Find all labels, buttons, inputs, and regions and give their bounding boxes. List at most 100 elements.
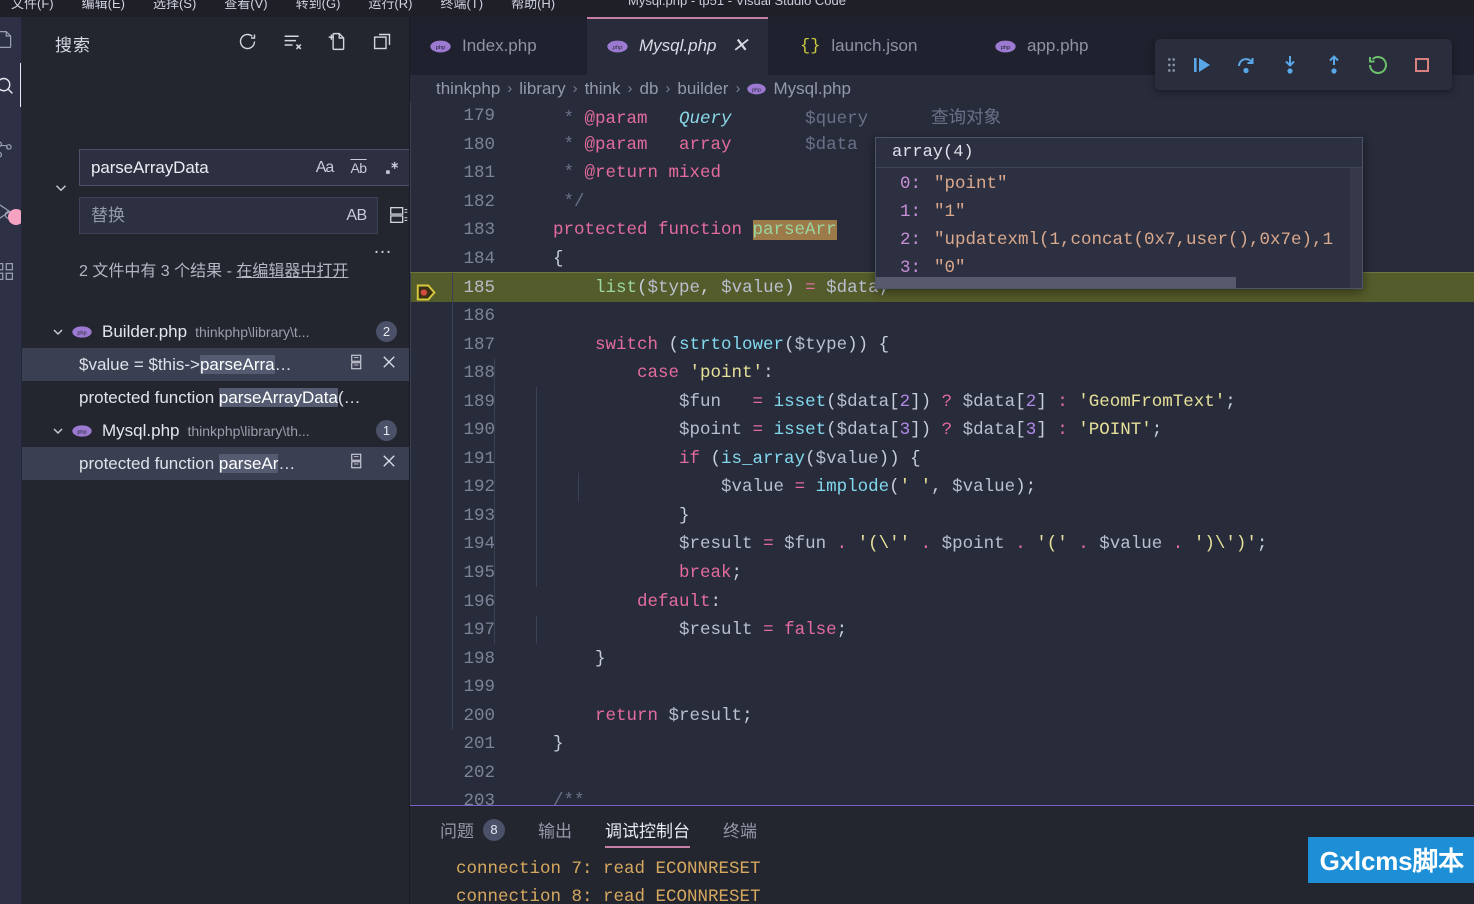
code-line[interactable]: 188 case 'point': (410, 358, 1474, 388)
hover-key: 2: (899, 230, 921, 250)
search-input[interactable] (91, 157, 312, 178)
drag-handle-icon[interactable] (1165, 54, 1178, 76)
tab-launch-json[interactable]: {} launch.json (780, 17, 938, 75)
hover-row[interactable]: 2: "updatexml(1,concat(0x7,user(),0x7e),… (876, 226, 1362, 254)
line-number: 198 (463, 648, 495, 669)
code-line[interactable]: 197 $result = false; (410, 615, 1474, 645)
stop-icon[interactable] (1402, 45, 1442, 85)
code-line[interactable]: 199 (410, 672, 1474, 702)
breadcrumb-item-file[interactable]: php Mysql.php (747, 79, 851, 99)
tab-index-php[interactable]: php Index.php (410, 17, 557, 75)
collapse-all-icon[interactable] (370, 29, 394, 53)
breadcrumb-item-thinkphp[interactable]: thinkphp (436, 79, 500, 99)
code-line-text: $point = isset($data[3]) ? $data[3] : 'P… (410, 416, 1474, 445)
hover-vertical-scrollbar[interactable] (1350, 168, 1362, 288)
search-icon[interactable] (0, 63, 21, 107)
continue-icon[interactable] (1182, 45, 1222, 85)
whole-word-icon[interactable]: Ab (346, 156, 371, 179)
code-line[interactable]: 193 } (410, 501, 1474, 531)
console-line: connection 8: read ECONNRESET (456, 887, 761, 904)
breadcrumb-item-builder[interactable]: builder (677, 79, 728, 99)
extensions-icon[interactable] (0, 249, 21, 293)
line-number: 194 (463, 534, 495, 555)
source-control-icon[interactable] (0, 127, 21, 171)
hover-row[interactable]: 0: "point" (876, 170, 1362, 198)
replace-match-icon[interactable] (348, 452, 366, 475)
replace-match-icon[interactable] (348, 353, 366, 376)
open-new-search-editor-icon[interactable] (325, 29, 349, 53)
run-debug-icon[interactable] (0, 189, 21, 233)
editor-scrollbar[interactable] (1460, 102, 1474, 817)
step-into-icon[interactable] (1270, 45, 1310, 85)
hover-value: "0" (934, 258, 966, 278)
result-match-actions (348, 353, 398, 376)
code-line-text: return $result; (410, 701, 1474, 731)
hover-row[interactable]: 1: "1" (876, 198, 1362, 226)
result-file-row[interactable]: php Builder.php thinkphp\library\t... 2 (22, 315, 410, 348)
clear-results-icon[interactable] (280, 29, 304, 53)
result-match-row[interactable]: protected function parseArrayData(… (22, 381, 410, 414)
code-line[interactable]: 179 * @param Query $query 查询对象 (410, 102, 1474, 131)
code-line[interactable]: 189 $fun = isset($data[2]) ? $data[2] : … (410, 387, 1474, 417)
code-line[interactable]: 192 $value = implode(' ', $value); (410, 473, 1474, 502)
code-line[interactable]: 202 (410, 758, 1474, 788)
breadcrumb-item-think[interactable]: think (585, 79, 621, 99)
breadcrumb-item-db[interactable]: db (640, 79, 659, 99)
svg-text:php: php (436, 45, 447, 51)
code-line-text: default: (410, 587, 1474, 616)
toggle-replace-chevron-icon[interactable] (50, 177, 72, 199)
hover-value: "updatexml(1,concat(0x7,user(),0x7e),1 (934, 230, 1334, 250)
code-line-text: } (410, 730, 1474, 759)
panel-tab-problems[interactable]: 问题 8 (440, 806, 505, 853)
replace-input-wrapper[interactable]: AB (79, 197, 378, 234)
debug-hover-tooltip: array(4) 0: "point" 1: "1" 2: "updatexml… (875, 137, 1363, 289)
editor-group: php Index.php php Mysql.php ✕ {} launch.… (410, 17, 1474, 904)
explorer-icon[interactable] (0, 17, 21, 61)
refresh-icon[interactable] (235, 29, 259, 53)
result-match-row[interactable]: protected function parseAr… (22, 447, 410, 480)
close-icon[interactable]: ✕ (731, 36, 748, 56)
breakpoint-icon[interactable] (416, 282, 437, 303)
breadcrumb-item-library[interactable]: library (519, 79, 565, 99)
code-line[interactable]: 190 $point = isset($data[3]) ? $data[3] … (410, 416, 1474, 445)
tab-label: launch.json (831, 36, 918, 55)
code-line[interactable]: 186 (410, 301, 1474, 331)
code-line[interactable]: 195 break; (410, 558, 1474, 588)
search-input-wrapper[interactable]: Aa Ab (79, 149, 411, 186)
code-line-text: if (is_array($value)) { (410, 444, 1474, 474)
line-number: 188 (463, 363, 495, 384)
result-summary: 2 文件中有 3 个结果 - 在编辑器中打开 (79, 258, 399, 286)
replace-input[interactable] (91, 205, 344, 226)
result-file-row[interactable]: php Mysql.php thinkphp\library\th... 1 (22, 414, 410, 447)
hover-horizontal-scrollbar[interactable] (876, 277, 1236, 288)
toggle-search-details-icon[interactable]: … (373, 237, 394, 259)
code-line[interactable]: 194 $result = $fun . '(\'' . $point . '(… (410, 530, 1474, 559)
chevron-down-icon[interactable] (50, 324, 72, 340)
use-regex-icon[interactable] (380, 156, 405, 179)
result-file-path: thinkphp\library\t... (195, 323, 310, 340)
panel-tab-debug-console[interactable]: 调试控制台 (605, 806, 690, 853)
dismiss-match-icon[interactable] (380, 353, 398, 376)
tab-mysql-php[interactable]: php Mysql.php ✕ (587, 17, 769, 75)
code-line[interactable]: 196 default: (410, 587, 1474, 616)
code-line[interactable]: 191 if (is_array($value)) { (410, 444, 1474, 474)
code-line[interactable]: 198 } (410, 644, 1474, 673)
debug-status-badge (8, 209, 21, 225)
code-line[interactable]: 201} (410, 730, 1474, 759)
preserve-case-icon[interactable]: AB (344, 204, 369, 227)
tab-app-php[interactable]: php app.php (975, 17, 1109, 75)
match-case-icon[interactable]: Aa (312, 156, 337, 179)
panel-tab-output[interactable]: 输出 (538, 806, 572, 853)
result-match-row[interactable]: $value = $this->parseArra… (22, 348, 410, 381)
restart-icon[interactable] (1358, 45, 1398, 85)
code-editor[interactable]: 179 * @param Query $query 查询对象 180 * @par… (410, 102, 1474, 817)
open-in-editor-link[interactable]: 在编辑器中打开 (236, 263, 348, 280)
panel-tab-terminal[interactable]: 终端 (723, 806, 757, 853)
json-icon: {} (800, 36, 821, 56)
dismiss-match-icon[interactable] (380, 452, 398, 475)
code-line[interactable]: 187 switch (strtolower($type)) { (410, 330, 1474, 359)
step-out-icon[interactable] (1314, 45, 1354, 85)
code-line[interactable]: 200 return $result; (410, 701, 1474, 731)
chevron-down-icon[interactable] (50, 423, 72, 439)
step-over-icon[interactable] (1226, 45, 1266, 85)
